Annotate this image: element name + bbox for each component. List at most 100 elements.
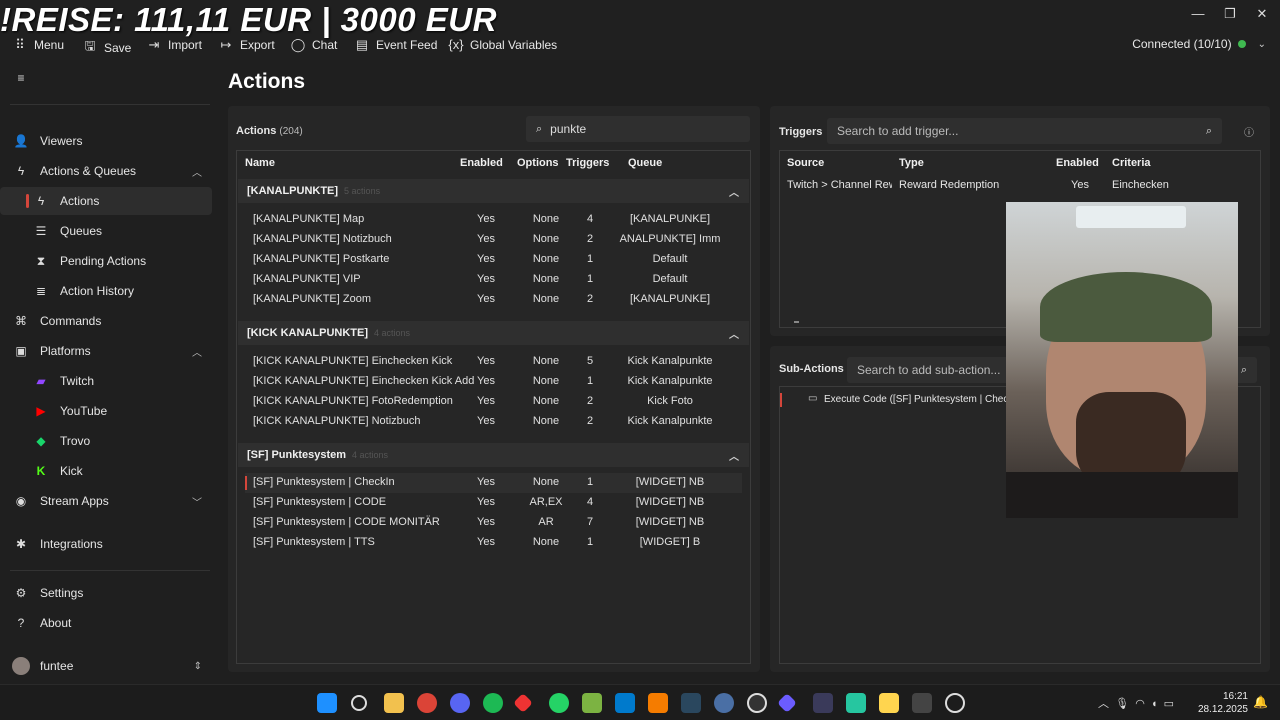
vscode-icon[interactable] [615, 693, 635, 713]
table-row[interactable]: [KICK KANALPUNKTE] FotoRedemption Yes None… [245, 392, 742, 412]
user-profile[interactable]: funtee ⇕ [0, 652, 212, 680]
whatsapp-icon[interactable] [549, 693, 569, 713]
sidebar-item-pending-actions[interactable]: ⧗ Pending Actions [0, 247, 212, 275]
row-queue: Kick Kanalpunkte [627, 375, 713, 387]
steam-icon[interactable] [681, 693, 701, 713]
column-header-triggers[interactable]: Triggers [566, 157, 609, 169]
sidebar-label: Actions & Queues [40, 164, 137, 178]
sidebar-label: Integrations [40, 537, 103, 551]
trigger-row[interactable]: Twitch > Channel Rewa Reward Redemption … [780, 177, 1260, 197]
menu-label: Menu [34, 38, 65, 52]
apps-icon: ◉ [15, 494, 27, 508]
row-name: [SF] Punktesystem | TTS [253, 536, 375, 548]
maximize-button[interactable]: ❐ [1220, 6, 1240, 22]
sidebar-item-commands[interactable]: ⌘ Commands [0, 307, 212, 335]
group-header-sf-punktesystem[interactable]: [SF] Punktesystem 4 actions ︿ [238, 443, 749, 467]
connection-status[interactable]: Connected (10/10) ⌄ [1132, 37, 1266, 51]
sidebar-item-actions[interactable]: ϟ Actions [0, 187, 212, 215]
windows-start-icon[interactable] [317, 693, 337, 713]
chrome-icon[interactable] [417, 693, 437, 713]
table-row[interactable]: [SF] Punktesystem | TTS Yes None 1 [WIDGET] … [245, 533, 742, 553]
app-icon[interactable] [513, 693, 533, 713]
table-row[interactable]: [SF] Punktesystem | CheckIn Yes None 1 [WIDG… [245, 473, 742, 493]
table-row[interactable]: [KICK KANALPUNKTE] Einchecken Kick Add Ye… [245, 372, 742, 392]
column-header-enabled[interactable]: Enabled [1056, 157, 1099, 169]
save-button[interactable]: 🖫 Save [82, 37, 131, 59]
column-header-source[interactable]: Source [787, 157, 824, 169]
table-row[interactable]: [SF] Punktesystem | CODE Yes AR,EX 4 [WIDGET… [245, 493, 742, 513]
sidebar-label: YouTube [60, 404, 108, 418]
actions-search-input[interactable]: ⌕ punkte [526, 116, 750, 142]
sidebar-label: Settings [40, 586, 84, 600]
app-icon[interactable] [648, 693, 668, 713]
group-header-kanalpunkte[interactable]: [KANALPUNKTE] 5 actions ︿ [238, 179, 749, 203]
app-icon[interactable] [714, 693, 734, 713]
row-options: None [532, 355, 560, 367]
streamerbot-icon[interactable] [777, 693, 797, 713]
table-row[interactable]: [KANALPUNKTE] Zoom Yes None 2 [KANALPUNKE] [245, 290, 742, 310]
sidebar-item-stream-apps[interactable]: ◉ Stream Apps ﹀ [0, 487, 212, 515]
taskbar: ︿ 🎙 ◠ ◖ ▭ 16:21 28.12.2025 🔔 [0, 684, 1280, 720]
column-header-queue[interactable]: Queue [628, 157, 662, 169]
sidebar-item-twitch[interactable]: ▰ Twitch [0, 367, 212, 395]
row-triggers: 4 [586, 213, 594, 225]
row-enabled: Yes [477, 375, 495, 387]
row-triggers: 1 [586, 253, 594, 265]
close-button[interactable]: ✕ [1252, 6, 1272, 22]
sidebar-item-queues[interactable]: ☰ Queues [0, 217, 212, 245]
column-header-name[interactable]: Name [245, 157, 275, 169]
table-row[interactable]: [KICK KANALPUNKTE] Notizbuch Yes None 2 Kick… [245, 412, 742, 432]
table-row[interactable]: [KANALPUNKTE] VIP Yes None 1 Default [245, 270, 742, 290]
audio-icon[interactable] [813, 693, 833, 713]
row-enabled: Yes [477, 213, 495, 225]
table-row[interactable]: [SF] Punktesystem | CODE MONITÄR Yes AR 7 [W… [245, 513, 742, 533]
table-row[interactable]: [KANALPUNKTE] Notizbuch Yes None 2 ANALPUNKT… [245, 230, 742, 250]
spotify-icon[interactable] [483, 693, 503, 713]
search-icon: ⌕ [1240, 363, 1247, 376]
file-explorer-icon[interactable] [384, 693, 404, 713]
column-header-enabled[interactable]: Enabled [460, 157, 503, 169]
sidebar-item-integrations[interactable]: ✱ Integrations [0, 530, 212, 558]
davinci-icon[interactable] [912, 693, 932, 713]
sidebar-item-viewers[interactable]: 👤 Viewers [0, 127, 212, 155]
hamburger-button[interactable]: ≡ [0, 64, 212, 92]
sidebar-item-actions-queues[interactable]: ϟ Actions & Queues ︿ [0, 157, 212, 185]
sidebar-item-platforms[interactable]: ▣ Platforms ︿ [0, 337, 212, 365]
column-header-type[interactable]: Type [899, 157, 924, 169]
trovo-icon: ◆ [36, 434, 46, 448]
group-header-kick-kanalpunkte[interactable]: [KICK KANALPUNKTE] 4 actions ︿ [238, 321, 749, 345]
info-icon[interactable]: ⓘ [1244, 124, 1254, 139]
search-icon[interactable] [351, 695, 367, 711]
table-row[interactable]: [KICK KANALPUNKTE] Einchecken Kick Yes Non… [245, 352, 742, 372]
clock[interactable]: 16:21 28.12.2025 [1198, 690, 1248, 716]
system-tray[interactable]: ︿ 🎙 ◠ ◖ ▭ [1098, 695, 1174, 711]
sidebar-item-settings[interactable]: ⚙ Settings [0, 579, 212, 607]
sidebar-item-about[interactable]: ? About [0, 609, 212, 637]
row-queue: Default [652, 273, 688, 285]
chatgpt-icon[interactable] [945, 693, 965, 713]
column-header-criteria[interactable]: Criteria [1112, 157, 1151, 169]
sidebar-item-action-history[interactable]: ≣ Action History [0, 277, 212, 305]
table-row[interactable]: [KANALPUNKTE] Postkarte Yes None 1 Default [245, 250, 742, 270]
sidebar-item-kick[interactable]: K Kick [0, 457, 212, 485]
row-enabled: Yes [477, 253, 495, 265]
sidebar-label: Stream Apps [40, 494, 109, 508]
trigger-search-input[interactable]: Search to add trigger... ⌕ [827, 118, 1222, 144]
group-name: [SF] Punktesystem [247, 449, 347, 461]
notepad-icon[interactable] [582, 693, 602, 713]
sidebar-label: Twitch [60, 374, 95, 388]
column-header-options[interactable]: Options [517, 157, 559, 169]
group-count: 4 actions [374, 328, 411, 338]
table-row[interactable]: [KANALPUNKTE] Map Yes None 4 [KANALPUNKE] [245, 210, 742, 230]
discord-icon[interactable] [450, 693, 470, 713]
minimize-button[interactable]: — [1188, 6, 1208, 22]
app-icon[interactable] [846, 693, 866, 713]
sidebar-item-youtube[interactable]: ▶ YouTube [0, 397, 212, 425]
row-enabled: Yes [477, 496, 495, 508]
sidebar-item-trovo[interactable]: ◆ Trovo [0, 427, 212, 455]
row-name: [KICK KANALPUNKTE] FotoRedemption [253, 395, 453, 407]
row-options: None [532, 375, 560, 387]
obs-icon[interactable] [747, 693, 767, 713]
notification-bell-icon[interactable]: 🔔 [1253, 695, 1268, 709]
sticky-notes-icon[interactable] [879, 693, 899, 713]
